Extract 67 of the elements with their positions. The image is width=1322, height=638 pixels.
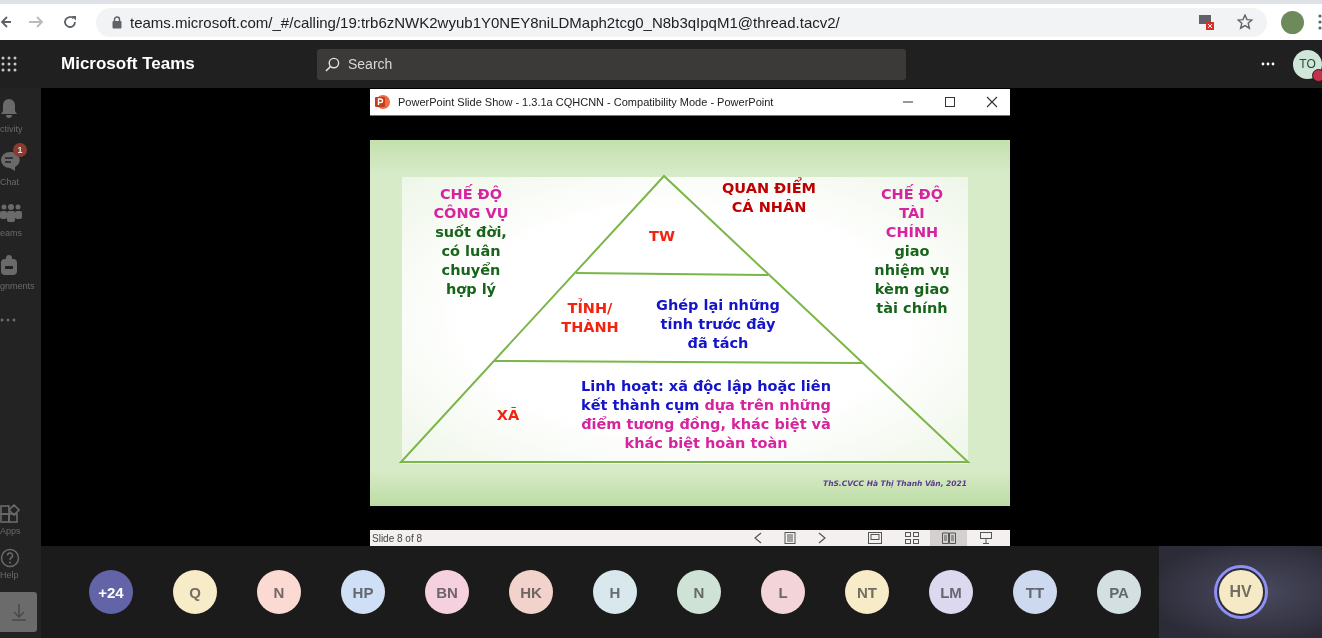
sidebar-label[interactable]: Apps [0,526,21,536]
powerpoint-icon [374,94,390,110]
url-text: teams.microsoft.com/_#/calling/19:trb6zNWK2wyub1Y0NEY8niLDMaph2tcg0_N8b3qIpqM1@thread.tacv2/ [130,13,841,31]
participant-avatar[interactable]: HV [1216,568,1265,616]
pyramid-level-label: TW [649,227,675,246]
unread-badge: 1 [13,143,27,157]
people-icon[interactable] [0,204,22,222]
search-icon [325,56,340,72]
sidebar-label[interactable]: Help [0,570,19,580]
participant-avatar[interactable]: PA [1097,570,1141,614]
participant-avatar[interactable]: N [257,570,301,614]
pyramid-level-label: XÃ [496,406,520,425]
lock-icon [112,15,122,29]
bell-icon[interactable] [0,98,18,118]
reading-view-button[interactable] [930,530,968,546]
address-bar[interactable]: teams.microsoft.com/_#/calling/19:trb6zNWK2wyub1Y0NEY8niLDMaph2tcg0_N8b3qIpqM1@thread.tacv2/ [96,7,1267,37]
sidebar-label[interactable]: Chat [0,177,19,187]
slide-heading: CHẾ ĐỘ TÀI CHÍNH [879,185,945,242]
participant-avatar[interactable]: H [593,570,637,614]
sidebar-label[interactable]: gnments [0,281,35,291]
window-title: PowerPoint Slide Show - 1.3.1a CQHCNN - Compatibility Mode - PowerPoint [398,96,775,108]
slide-heading: CHẾ ĐỘ CÔNG VỤ [433,185,509,223]
apps-icon[interactable] [0,504,20,524]
search-field[interactable]: Search [317,48,906,80]
profile-avatar[interactable] [1281,10,1304,34]
pyramid-level-text: Ghép lại những tỉnh trước đây đã tách [656,296,780,353]
participant-avatar[interactable]: L [761,570,805,614]
close-icon[interactable] [986,96,998,108]
app-launcher-icon[interactable] [1,56,17,72]
slide-heading: QUAN ĐIỂM CÁ NHÂN [722,179,816,217]
menu-icon[interactable] [1318,14,1322,30]
backpack-icon[interactable] [0,255,18,275]
sidebar-label[interactable]: ctivity [0,124,23,134]
participant-avatar[interactable]: LM [929,570,973,614]
pyramid-level-text: Linh hoạt: xã độc lập hoặc liên kết thành cụm dựa trên những điểm tương đồng, khác biệt và khác biệt hoàn toàn [581,377,831,453]
more-icon[interactable] [0,318,16,322]
open-book-icon [941,532,956,544]
grid-icon [904,532,919,544]
maximize-icon[interactable] [944,96,956,108]
more-options-icon[interactable] [1261,62,1275,66]
participant-avatar[interactable]: BN [425,570,469,614]
reload-icon[interactable] [62,14,78,30]
sidebar-label[interactable]: eams [0,228,22,238]
slide-text: suốt đời, có luân chuyển hợp lý [434,223,508,299]
projector-screen-icon [978,532,993,544]
participant-avatar[interactable]: +24 [89,570,133,614]
participant-avatar[interactable]: NT [845,570,889,614]
user-avatar[interactable]: TO [1293,49,1322,79]
next-icon[interactable] [818,532,827,544]
download-icon [10,603,27,621]
chat-icon[interactable] [0,151,20,171]
single-slide-icon [867,532,882,544]
participant-avatar[interactable]: Q [173,570,217,614]
participant-avatar[interactable]: N [677,570,721,614]
participant-avatar[interactable]: TT [1013,570,1057,614]
app-title: Microsoft Teams [61,54,196,74]
pyramid-level-label: TỈNH/ THÀNH [561,299,619,337]
participant-avatar[interactable]: HK [509,570,553,614]
participant-avatar[interactable]: HP [341,570,385,614]
slide-text: giao nhiệm vụ kèm giao tài chính [874,242,950,318]
slide-counter: Slide 8 of 8 [372,532,423,544]
notes-icon[interactable] [784,532,797,544]
back-icon[interactable] [0,15,12,29]
previous-icon[interactable] [754,532,763,544]
camera-blocked-icon[interactable] [1199,14,1215,30]
help-icon[interactable] [0,548,20,568]
star-icon[interactable] [1237,14,1253,30]
